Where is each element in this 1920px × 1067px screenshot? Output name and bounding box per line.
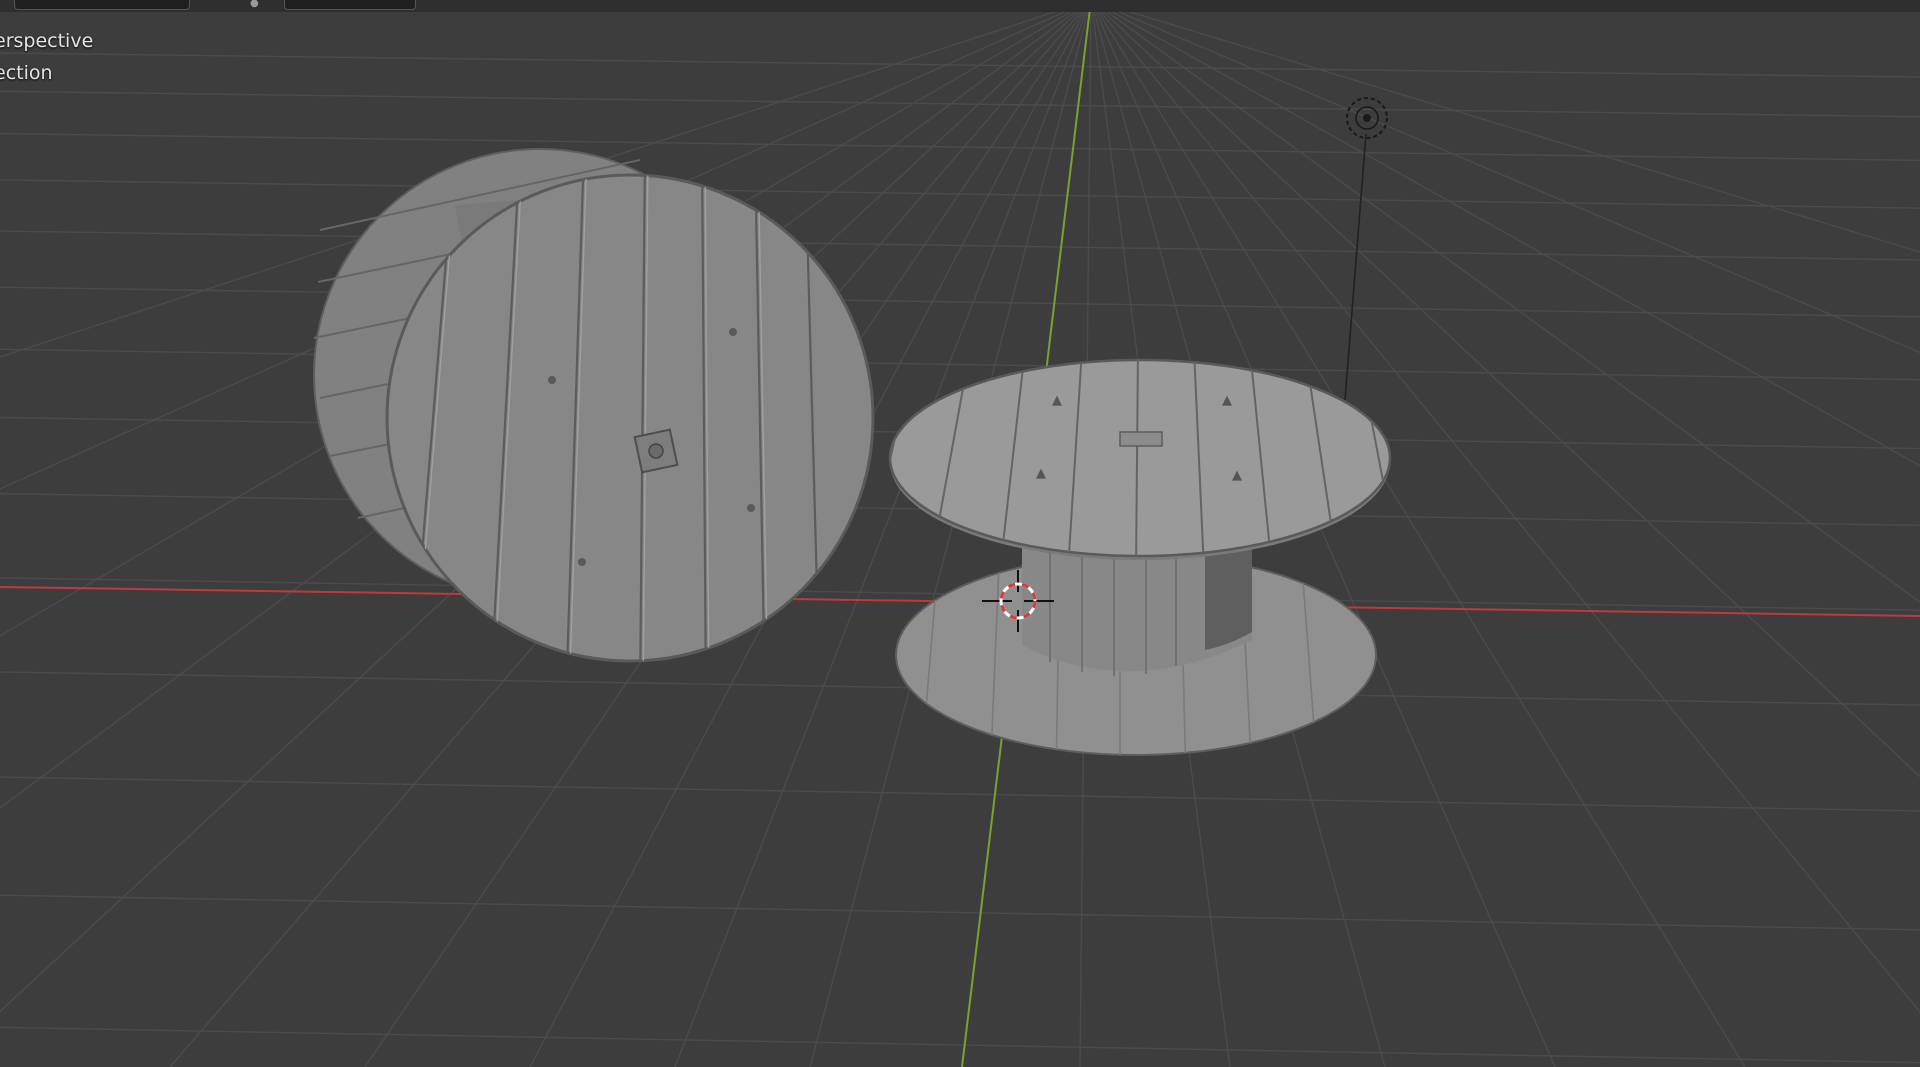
svg-text:▲: ▲ (1036, 466, 1046, 481)
flat-cable-reel[interactable]: ▲ ▲ ▲ ▲ (865, 350, 1400, 780)
header-field[interactable] (14, 0, 190, 10)
collection-label: ection (0, 62, 53, 84)
floor-grid (0, 0, 1920, 1067)
standing-cable-reel[interactable] (313, 148, 875, 700)
header-separator: ● (250, 0, 259, 9)
view-perspective-label: erspective (0, 30, 94, 52)
viewport-scene[interactable]: ▲ ▲ ▲ ▲ (0, 0, 1920, 1067)
viewport-header: ● (0, 0, 1920, 12)
svg-text:▲: ▲ (1222, 393, 1232, 408)
3d-viewport[interactable]: ▲ ▲ ▲ ▲ ● erspective ection (0, 0, 1920, 1067)
svg-text:▲: ▲ (1052, 393, 1062, 408)
header-field[interactable] (284, 0, 416, 10)
svg-text:▲: ▲ (1232, 468, 1242, 483)
